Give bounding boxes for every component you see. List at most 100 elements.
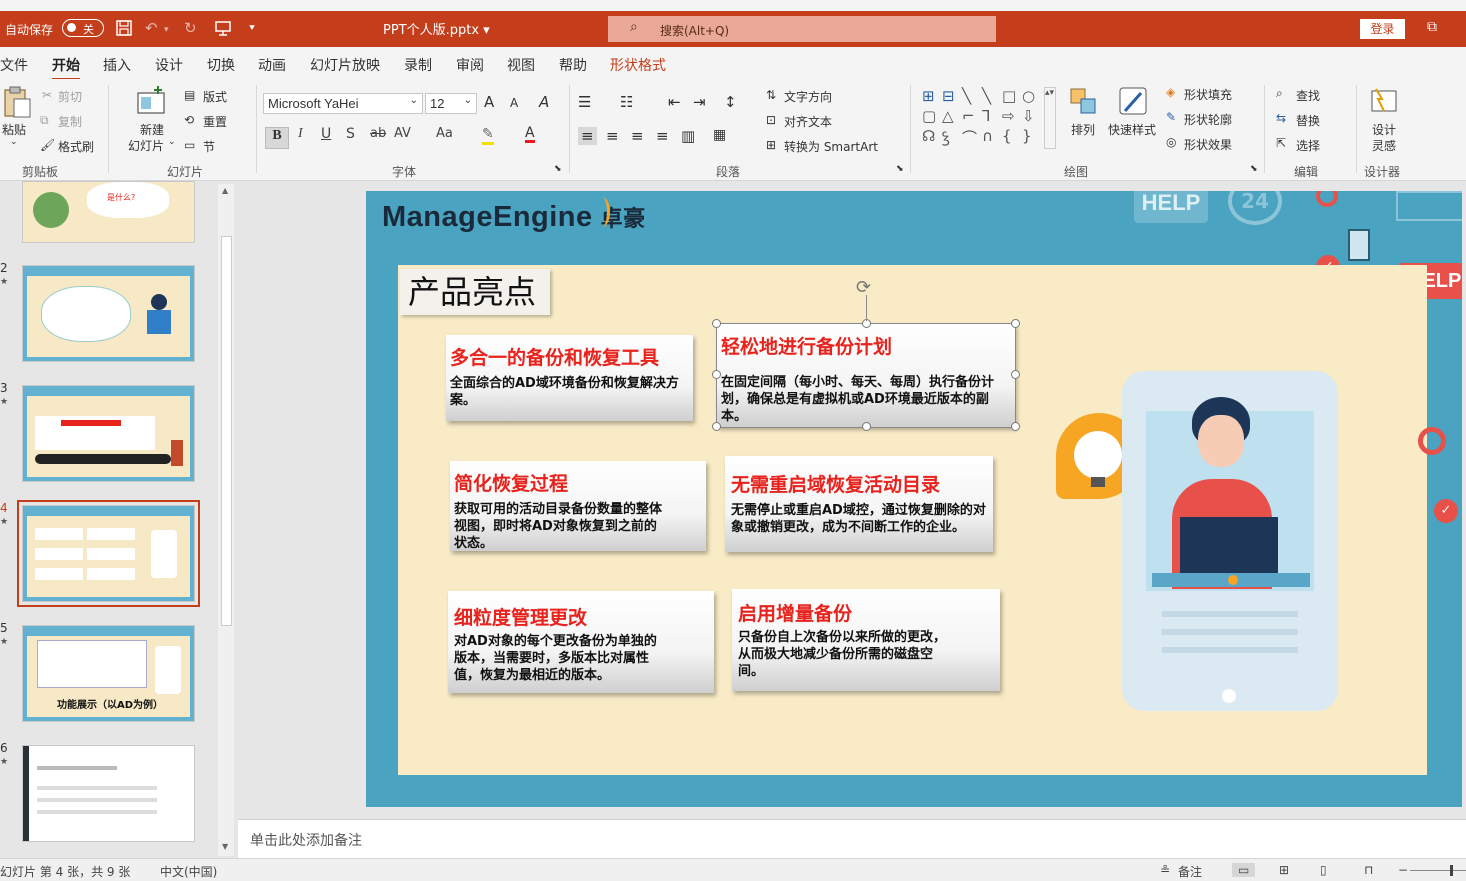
connector-shape-icon[interactable]: ⌐ [962,107,975,125]
distributed-icon[interactable]: ▥ [681,127,695,145]
tab-record[interactable]: 录制 [404,55,432,75]
copy-label[interactable]: 复制 [58,113,82,130]
shape-effects-label[interactable]: 形状效果 [1184,136,1232,153]
increase-indent-icon[interactable]: ⇥ [693,93,706,111]
designer-label-1[interactable]: 设计 [1372,121,1396,138]
arrow-right-shape-icon[interactable]: ⇨ [1002,107,1015,125]
replace-icon[interactable]: ⇆ [1276,111,1286,125]
slide-thumbnail-2[interactable] [22,265,195,362]
notes-pane[interactable]: 单击此处添加备注 [238,819,1466,858]
new-slide-icon[interactable] [136,85,168,120]
line-spacing-icon[interactable]: ↕ [724,93,737,111]
bullets-icon[interactable]: ☰ [578,93,591,111]
designer-icon[interactable] [1368,85,1400,120]
oval-shape-icon[interactable]: ○ [1022,87,1035,105]
autosave-toggle[interactable]: 关 [62,19,104,37]
shape-effects-icon[interactable]: ◎ [1166,135,1176,149]
feature-card-3[interactable]: 简化恢复过程 获取可用的活动目录备份数量的整体视图，即时将AD对象恢复到之前的状… [450,461,706,551]
slideshow-icon[interactable]: ⊓ [1364,863,1373,877]
font-size-select[interactable]: 12 ⌄ [425,93,477,114]
brace-left-shape-icon[interactable]: { [1002,127,1012,145]
tab-view[interactable]: 视图 [507,55,535,75]
char-spacing-button[interactable]: AV [394,126,411,141]
undo-icon[interactable]: ↶ [145,19,158,37]
find-label[interactable]: 查找 [1296,87,1320,104]
find-icon[interactable]: ⌕ [1276,86,1283,101]
feature-card-2-selected[interactable]: 轻松地进行备份计划 在固定间隔（每小时、每天、每周）执行备份计划，确保总是有虚拟… [716,323,1016,428]
align-text-icon[interactable]: ⊡ [766,113,776,127]
copy-icon[interactable]: ⧉ [40,113,49,128]
triangle-shape-icon[interactable]: △ [942,107,954,125]
slide-thumbnail-3[interactable] [22,385,195,482]
paste-label[interactable]: 粘贴 [2,121,26,138]
resize-handle[interactable] [712,319,721,328]
feature-card-6[interactable]: 启用增量备份 只备份自上次备份以来所做的更改，从而极大地减少备份所需的磁盘空间。 [732,589,1000,691]
numbering-icon[interactable]: ☷ [620,93,633,111]
text-direction-label[interactable]: 文字方向 [784,88,832,105]
present-icon[interactable] [214,19,232,41]
scroll-down-icon[interactable]: ▼ [222,842,228,851]
new-slide-label2[interactable]: 幻灯片 [128,137,164,154]
zoom-slider[interactable] [1410,870,1466,871]
format-painter-label[interactable]: 格式刷 [58,138,94,155]
feature-card-5[interactable]: 细粒度管理更改 对AD对象的每个更改备份为单独的版本，当需要时，多版本比对属性值… [448,591,714,693]
arrow-down-shape-icon[interactable]: ⇩ [1022,107,1035,125]
resize-handle[interactable] [1011,319,1020,328]
tab-shape-format[interactable]: 形状格式 [610,55,666,75]
clear-format-icon[interactable]: A [539,93,549,111]
line2-shape-icon[interactable]: ╲ [982,87,991,105]
arrange-label[interactable]: 排列 [1071,121,1095,138]
reset-icon[interactable]: ⟲ [184,113,194,127]
notes-icon[interactable]: ≗ [1160,863,1170,877]
change-case-button[interactable]: Aa [436,126,453,141]
cut-label[interactable]: 剪切 [58,88,82,105]
slide-title[interactable]: 产品亮点 [400,269,550,315]
bold-button[interactable]: B [265,127,289,149]
shape-outline-icon[interactable]: ✎ [1166,110,1176,124]
shape-outline-label[interactable]: 形状轮廓 [1184,111,1232,128]
save-icon[interactable] [115,19,133,41]
notes-toggle[interactable]: 备注 [1178,863,1202,880]
resize-handle[interactable] [1011,422,1020,431]
tab-design[interactable]: 设计 [155,55,183,75]
new-slide-label[interactable]: 新建 [140,121,164,138]
underline-button[interactable]: U [321,126,331,142]
align-text-label[interactable]: 对齐文本 [784,113,832,130]
scroll-up-icon[interactable]: ▲ [222,186,228,195]
text-direction-icon[interactable]: ⇅ [766,88,776,102]
shape-fill-label[interactable]: 形状填充 [1184,86,1232,103]
resize-handle[interactable] [1011,370,1020,379]
redo-icon[interactable]: ↻ [184,19,197,37]
slide-thumbnail-4[interactable] [17,500,200,607]
align-left-icon[interactable]: ≡ [578,127,597,145]
rect-shape-icon[interactable]: □ [1002,87,1016,105]
normal-view-icon[interactable]: ▭ [1232,863,1256,877]
scribble-shape-icon[interactable]: ꝣ [942,127,950,147]
section-label[interactable]: 节 [203,138,215,155]
zoom-out-icon[interactable]: − [1398,863,1408,877]
elbow-shape-icon[interactable]: ⅂ [982,107,990,125]
textbox-shape-icon[interactable]: ⊞ [922,87,935,105]
font-name-select[interactable]: Microsoft YaHei ⌄ [263,93,423,114]
replace-label[interactable]: 替换 [1296,112,1320,129]
thumbnails-scrollbar[interactable]: ▲ ▼ [218,184,234,856]
smartart-label[interactable]: 转换为 SmartArt [784,138,878,155]
align-right-icon[interactable]: ≡ [631,127,644,145]
login-button[interactable]: 登录 [1360,19,1405,39]
resize-handle[interactable] [712,370,721,379]
shadow-button[interactable]: S [346,126,355,142]
dialog-launcher-icon[interactable]: ⬊ [896,164,904,174]
section-icon[interactable]: ▭ [184,138,195,152]
dialog-launcher-icon[interactable]: ⬊ [1250,164,1258,174]
zoom-slider-thumb[interactable] [1450,865,1453,876]
tab-animations[interactable]: 动画 [258,55,286,75]
tab-review[interactable]: 审阅 [456,55,484,75]
paste-icon[interactable] [2,85,32,122]
smartart-icon[interactable]: ⊞ [766,138,776,152]
align-center-icon[interactable]: ≡ [606,127,619,145]
tab-help[interactable]: 帮助 [559,55,587,75]
highlight-icon[interactable]: ✎ [482,126,494,145]
scrollbar-thumb[interactable] [221,236,232,626]
feature-card-1[interactable]: 多合一的备份和恢复工具 全面综合的AD域环境备份和恢复解决方案。 [446,335,693,421]
shape-fill-icon[interactable]: ◈ [1166,85,1175,99]
